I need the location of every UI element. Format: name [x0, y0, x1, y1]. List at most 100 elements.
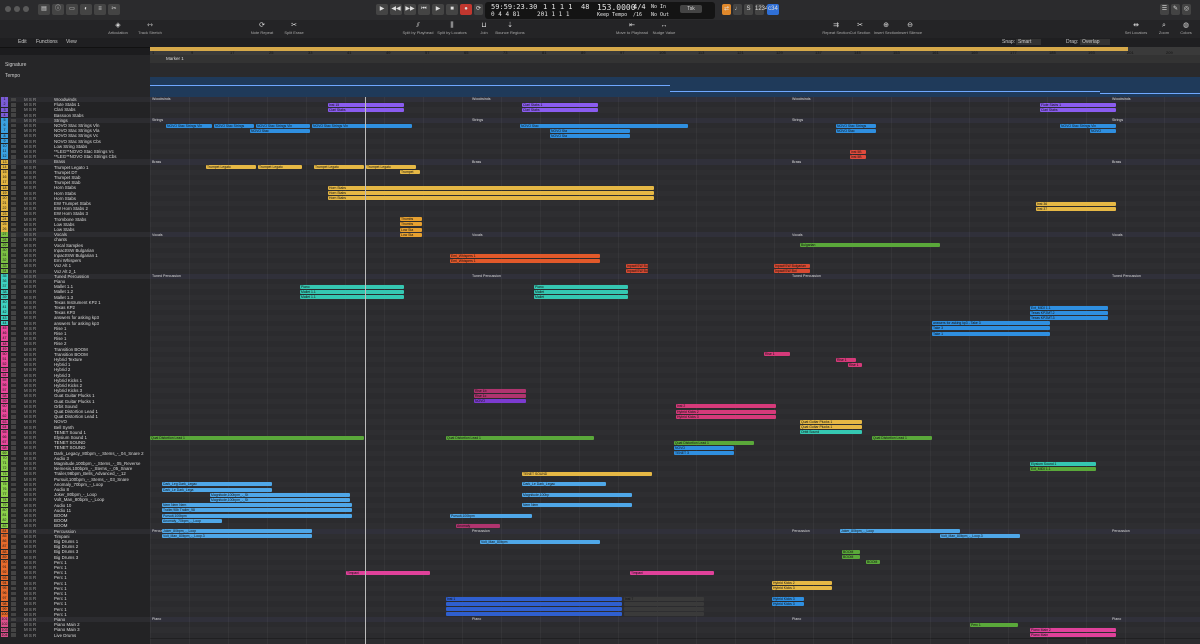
track-number[interactable]: 73 [1, 471, 8, 477]
track-number[interactable]: 55 [1, 378, 8, 383]
track-number[interactable]: 30 [1, 248, 8, 253]
track-number[interactable]: 70 [1, 456, 8, 461]
folder-region-label[interactable]: Tuned Percussion [152, 274, 181, 278]
region[interactable]: Joker_80bpm_-_Loop [162, 529, 312, 534]
region[interactable]: Inst 5B [850, 149, 866, 154]
region[interactable]: Inst 37 [1036, 206, 1116, 211]
track-number[interactable]: 32 [1, 258, 8, 264]
track-number[interactable]: 84 [1, 528, 8, 534]
track-number[interactable]: 24 [1, 216, 8, 222]
track-number[interactable]: 5 [1, 118, 8, 123]
track-number[interactable]: 15 [1, 170, 8, 175]
folder-region-label[interactable]: Percussion [472, 529, 490, 533]
folder-region-label[interactable]: Brass [152, 160, 161, 164]
region[interactable]: Mallet 1.1 [300, 295, 404, 300]
region[interactable]: Emi_Whispers 1 [450, 253, 600, 258]
track-number[interactable]: 100 [1, 612, 8, 617]
close-window-icon[interactable] [5, 6, 11, 12]
track-number[interactable]: 16 [1, 175, 8, 180]
track-number[interactable]: 81 [1, 513, 8, 518]
region[interactable]: Horn Stabs [328, 191, 654, 196]
go-to-start-button[interactable]: ⏮ [418, 4, 430, 15]
region[interactable]: Joker_80bpm_-_Loop [840, 529, 960, 534]
region[interactable]: Low Sta [400, 227, 422, 232]
region[interactable]: Magnitude,100bpm_-_St [210, 492, 350, 497]
region[interactable]: Hybrid Kicks 3 [772, 596, 804, 601]
track-number[interactable]: 91 [1, 565, 8, 570]
track-number[interactable]: 41 [1, 305, 8, 310]
region[interactable]: Volt_Man_80bpm [480, 539, 600, 544]
folder-region-label[interactable]: Brass [792, 160, 801, 164]
track-number[interactable]: 35 [1, 274, 8, 279]
region[interactable]: Pursuit,100bpm [162, 513, 352, 518]
track-number[interactable]: 74 [1, 476, 8, 482]
track-number[interactable]: 102 [1, 622, 8, 628]
region[interactable] [446, 601, 622, 607]
track-number[interactable]: 45 [1, 326, 8, 331]
marker-lane[interactable]: Marker 1 [150, 55, 1200, 63]
track-number[interactable]: 88 [1, 549, 8, 555]
track-number[interactable]: 50 [1, 352, 8, 357]
region[interactable]: BOOM [866, 560, 880, 565]
track-number[interactable]: 47 [1, 336, 8, 342]
track-number[interactable]: 103 [1, 627, 8, 633]
countin-icon[interactable]: 1234 [755, 4, 768, 15]
region[interactable]: Magnitude,100bpm_-_St [210, 497, 350, 503]
region[interactable]: Magnitude,100bp [522, 492, 632, 497]
region[interactable]: Hybrid Kicks 3 [676, 414, 776, 419]
region[interactable]: Inst 7 [624, 596, 704, 601]
region[interactable]: TENET SOUND [522, 471, 652, 477]
tool-insert-silence[interactable]: ⊖ Insert Silence [888, 22, 932, 35]
track-number[interactable]: 57 [1, 388, 8, 394]
region[interactable]: Clari Stabs [1040, 107, 1116, 113]
region[interactable]: Clari Stabs [522, 107, 598, 113]
track-number[interactable]: 95 [1, 586, 8, 591]
track-number[interactable]: 64 [1, 424, 8, 430]
region[interactable]: Trailer,98b Trailer_98 [162, 508, 352, 513]
region[interactable]: Quat Distortion Lead 1 [150, 435, 364, 440]
play-button[interactable]: ▶ [376, 4, 388, 15]
track-number[interactable]: 12 [1, 154, 8, 160]
track-number[interactable]: 11 [1, 149, 8, 154]
solo-icon[interactable]: S [744, 4, 753, 15]
region[interactable]: Trumpet Legato [206, 165, 256, 170]
region[interactable]: Anomaly_70bpm_-_Loop [162, 518, 222, 523]
region[interactable] [624, 607, 704, 612]
track-number[interactable]: 92 [1, 570, 8, 576]
region[interactable]: Hybrid Kicks 2 [676, 409, 776, 414]
track-number[interactable]: 96 [1, 591, 8, 596]
bar-ruler[interactable]: 1 9 17 25 33 41 49 57 65 73 81 89 97 105 113 121 129 137 1… [150, 47, 1200, 55]
region[interactable]: Low Sta [400, 232, 422, 237]
region[interactable]: Rise 1 [836, 357, 856, 362]
tool-split-erase[interactable]: ✂ Split Erase [272, 22, 316, 35]
region[interactable]: NOVO [1090, 128, 1116, 133]
track-number[interactable]: 97 [1, 596, 8, 602]
region[interactable]: Clari Stabs 1 [522, 102, 598, 107]
region[interactable]: NOVO [674, 445, 734, 451]
region[interactable]: Perc 1 [970, 622, 1018, 627]
region[interactable]: Take 1 [932, 331, 1050, 336]
track-number[interactable]: 82 [1, 518, 8, 524]
editors-icon[interactable]: ✂ [108, 4, 120, 15]
forward-button[interactable]: ▶▶ [404, 4, 416, 15]
track-number[interactable]: 63 [1, 419, 8, 425]
track-number[interactable]: 36 [1, 279, 8, 284]
folder-region-label[interactable]: Tuned Percussion [1112, 274, 1141, 278]
track-number[interactable]: 75 [1, 482, 8, 487]
region[interactable]: NOVO Stac Strings Vln [166, 123, 212, 128]
track-number[interactable]: 17 [1, 180, 8, 186]
track-number[interactable]: 94 [1, 580, 8, 586]
folder-region-label[interactable]: Vocals [472, 233, 483, 237]
region[interactable]: Take 3 [932, 326, 1050, 331]
track-number[interactable]: 10 [1, 144, 8, 149]
track-number[interactable]: 80 [1, 508, 8, 513]
track-number[interactable]: 104 [1, 632, 8, 638]
region[interactable]: Texas KP2MT.3 [1030, 315, 1108, 321]
track-number[interactable]: 67 [1, 440, 8, 446]
region[interactable]: Hybrid Kicks 3 [772, 586, 832, 591]
play-icon-button[interactable]: ▶ [432, 4, 444, 15]
track-number[interactable]: 38 [1, 289, 8, 295]
functions-menu[interactable]: Functions [36, 39, 58, 45]
region[interactable]: TENET 3 [674, 451, 734, 456]
region[interactable]: Trumpet Legato [366, 165, 416, 170]
